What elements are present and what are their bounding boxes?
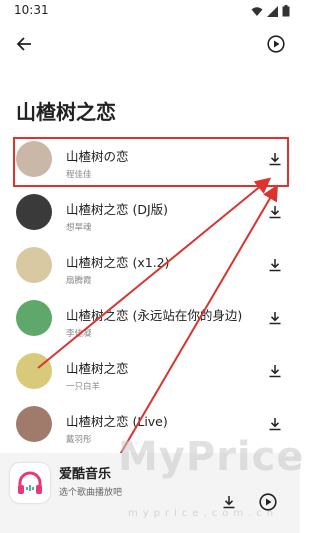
top-bar <box>0 26 300 62</box>
song-artist: 一只白羊 <box>66 382 101 392</box>
song-row[interactable]: 山楂树之恋 (DJ版) 想旱魂 <box>0 186 300 239</box>
signal-icon <box>267 5 278 17</box>
player-play-button[interactable] <box>254 488 282 516</box>
wifi-icon <box>251 6 263 16</box>
status-icons <box>251 4 290 18</box>
song-avatar <box>16 406 52 442</box>
song-artist: 李佳凝 <box>66 329 92 339</box>
song-title: 山楂树之恋 (Live) <box>66 414 168 429</box>
download-button[interactable] <box>264 201 286 223</box>
download-icon <box>269 418 281 431</box>
download-button[interactable] <box>264 413 286 435</box>
song-avatar <box>16 353 52 389</box>
song-avatar <box>16 194 52 230</box>
download-icon <box>269 206 281 219</box>
download-icon <box>269 365 281 378</box>
status-bar: 10:31 <box>0 0 300 22</box>
download-icon <box>269 259 281 272</box>
download-button[interactable] <box>264 360 286 382</box>
status-time: 10:31 <box>14 3 49 17</box>
song-title: 山楂树之恋 <box>66 361 129 376</box>
headphones-icon <box>18 471 42 494</box>
highlight-box <box>13 137 289 187</box>
app-name: 爱酷音乐 <box>59 467 112 482</box>
download-button[interactable] <box>264 307 286 329</box>
song-row[interactable]: 山楂树之恋 (Live) 戴羽彤 <box>0 398 300 451</box>
song-row[interactable]: 山楂树之恋 一只白羊 <box>0 345 300 398</box>
song-title: 山楂树之恋 (DJ版) <box>66 202 169 217</box>
play-circle-icon <box>259 493 277 511</box>
page-title: 山楂树之恋 <box>16 100 116 124</box>
song-row[interactable]: 山楂树之恋 (x1.2) 扇腾霞 <box>0 239 300 292</box>
download-button[interactable] <box>264 254 286 276</box>
bottom-player-bar[interactable]: 爱酷音乐 选个歌曲播放吧 <box>0 453 300 533</box>
song-avatar <box>16 247 52 283</box>
song-title: 山楂树之恋 (永远站在你的身边) <box>66 308 243 323</box>
song-artist: 戴羽彤 <box>66 435 92 445</box>
player-subtitle: 选个歌曲播放吧 <box>59 488 123 498</box>
song-row[interactable]: 山楂树之恋 (永远站在你的身边) 李佳凝 <box>0 292 300 345</box>
song-artist: 想旱魂 <box>66 223 92 233</box>
play-circle-icon <box>267 35 285 53</box>
song-title: 山楂树之恋 (x1.2) <box>66 255 170 270</box>
song-avatar <box>16 300 52 336</box>
app-icon <box>10 463 50 503</box>
download-icon <box>269 312 281 325</box>
player-download-button[interactable] <box>218 491 240 513</box>
arrow-left-icon <box>16 37 31 51</box>
back-button[interactable] <box>10 30 38 58</box>
download-icon <box>223 496 235 509</box>
song-artist: 扇腾霞 <box>66 276 92 286</box>
battery-icon <box>282 5 290 17</box>
play-all-button[interactable] <box>262 30 290 58</box>
